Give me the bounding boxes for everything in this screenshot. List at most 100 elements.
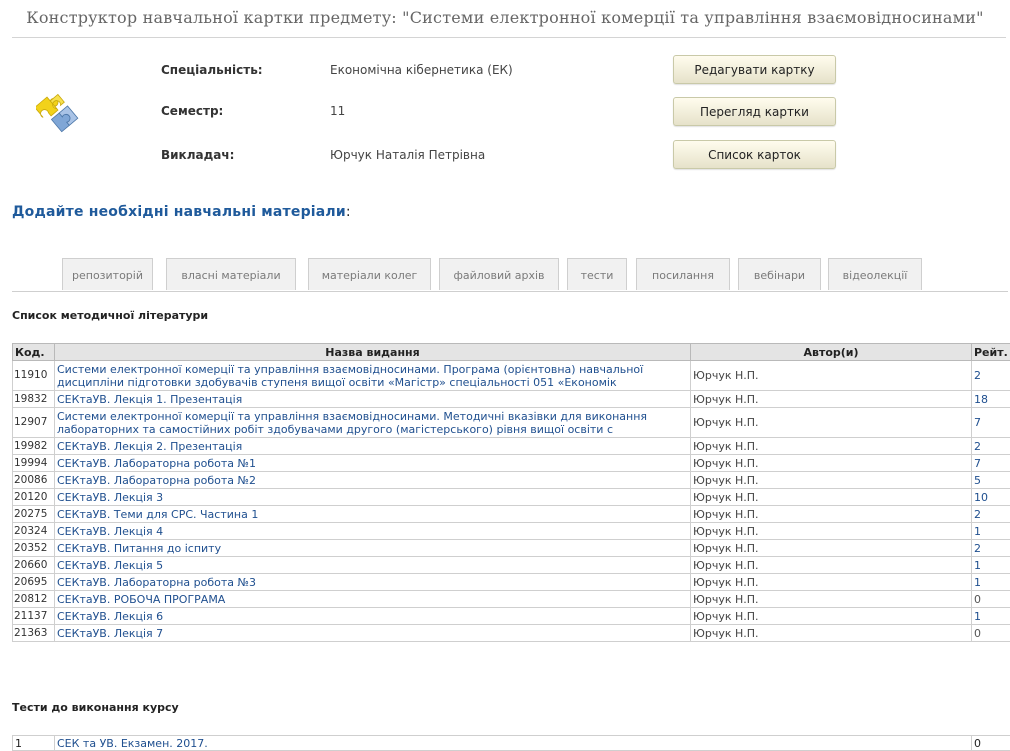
row-title-link[interactable]: СЕКтаУВ. Питання до іспиту bbox=[57, 542, 221, 555]
row-code: 20086 bbox=[12, 471, 55, 489]
row-code: 19982 bbox=[12, 437, 55, 455]
semester-label: Семестр: bbox=[161, 104, 224, 118]
table-row: 20275 СЕКтаУВ. Теми для СРС. Частина 1 Ю… bbox=[12, 505, 1010, 523]
row-title-link[interactable]: СЕКтаУВ. Лабораторна робота №1 bbox=[57, 457, 256, 470]
row-author: Юрчук Н.П. bbox=[690, 471, 972, 489]
tab-colleagues-materials[interactable]: матеріали колег bbox=[308, 258, 431, 290]
row-title: СЕКтаУВ. Лабораторна робота №1 bbox=[54, 454, 691, 472]
row-author: Юрчук Н.П. bbox=[690, 522, 972, 540]
row-code: 20324 bbox=[12, 522, 55, 540]
row-author: Юрчук Н.П. bbox=[690, 407, 972, 438]
tab-tests[interactable]: тести bbox=[567, 258, 627, 290]
tab-links[interactable]: посилання bbox=[636, 258, 730, 290]
row-title-link[interactable]: СЕКтаУВ. Лекція 1. Презентація bbox=[57, 393, 242, 406]
row-title-link[interactable]: СЕКтаУВ. Лекція 5 bbox=[57, 559, 163, 572]
row-rating[interactable]: 2 bbox=[971, 437, 1010, 455]
row-rating[interactable]: 0 bbox=[971, 624, 1010, 642]
row-rating[interactable]: 1 bbox=[971, 556, 1010, 574]
tab-webinars[interactable]: вебінари bbox=[738, 258, 821, 290]
semester-value: 11 bbox=[330, 104, 346, 118]
test-title: СЕК та УВ. Екзамен. 2017. bbox=[54, 735, 972, 751]
row-author: Юрчук Н.П. bbox=[690, 390, 972, 408]
row-rating[interactable]: 0 bbox=[971, 590, 1010, 608]
view-card-button[interactable]: Перегляд картки bbox=[673, 97, 836, 126]
tab-repository[interactable]: репозиторій bbox=[62, 258, 153, 290]
tab-video-lectures[interactable]: відеолекції bbox=[828, 258, 922, 290]
column-header-name[interactable]: Назва видання bbox=[54, 343, 691, 361]
edit-card-button[interactable]: Редагувати картку bbox=[673, 55, 836, 84]
row-title: СЕКтаУВ. Лекція 3 bbox=[54, 488, 691, 506]
row-title: СЕКтаУВ. Лабораторна робота №3 bbox=[54, 573, 691, 591]
table-row: 1 СЕК та УВ. Екзамен. 2017. 0 bbox=[12, 735, 1010, 751]
tab-own-materials[interactable]: власні матеріали bbox=[166, 258, 296, 290]
page-title: Конструктор навчальної картки предмету: … bbox=[26, 8, 984, 27]
row-title-link[interactable]: Системи електронної комерції та управлін… bbox=[57, 363, 643, 389]
row-title-link[interactable]: СЕКтаУВ. Лекція 7 bbox=[57, 627, 163, 640]
table-row: 20352 СЕКтаУВ. Питання до іспиту Юрчук Н… bbox=[12, 539, 1010, 557]
tests-table: 1 СЕК та УВ. Екзамен. 2017. 0 bbox=[12, 735, 1010, 751]
column-header-rating[interactable]: Рейт. bbox=[971, 343, 1010, 361]
row-rating[interactable]: 2 bbox=[971, 539, 1010, 557]
row-title: Системи електронної комерції та управлін… bbox=[54, 407, 691, 438]
row-title-link[interactable]: СЕКтаУВ. Лекція 6 bbox=[57, 610, 163, 623]
row-title-link[interactable]: СЕКтаУВ. Теми для СРС. Частина 1 bbox=[57, 508, 258, 521]
row-title: СЕКтаУВ. Питання до іспиту bbox=[54, 539, 691, 557]
row-rating[interactable]: 7 bbox=[971, 454, 1010, 472]
tests-section-title: Тести до виконання курсу bbox=[12, 701, 179, 714]
row-title: СЕКтаУВ. Лекція 4 bbox=[54, 522, 691, 540]
row-code: 20275 bbox=[12, 505, 55, 523]
test-title-link[interactable]: СЕК та УВ. Екзамен. 2017. bbox=[57, 737, 208, 750]
row-rating[interactable]: 1 bbox=[971, 607, 1010, 625]
row-title-link[interactable]: СЕКтаУВ. РОБОЧА ПРОГРАМА bbox=[57, 593, 225, 606]
row-code: 20660 bbox=[12, 556, 55, 574]
row-author: Юрчук Н.П. bbox=[690, 590, 972, 608]
row-title: СЕКтаУВ. Лекція 2. Презентація bbox=[54, 437, 691, 455]
row-title-link[interactable]: СЕКтаУВ. Лабораторна робота №2 bbox=[57, 474, 256, 487]
table-row: 19994 СЕКтаУВ. Лабораторна робота №1 Юрч… bbox=[12, 454, 1010, 472]
row-title-link[interactable]: Системи електронної комерції та управлін… bbox=[57, 410, 647, 436]
row-rating[interactable]: 10 bbox=[971, 488, 1010, 506]
table-row: 19832 СЕКтаУВ. Лекція 1. Презентація Юрч… bbox=[12, 390, 1010, 408]
row-rating[interactable]: 5 bbox=[971, 471, 1010, 489]
row-rating[interactable]: 2 bbox=[971, 360, 1010, 391]
row-author: Юрчук Н.П. bbox=[690, 454, 972, 472]
row-code: 20352 bbox=[12, 539, 55, 557]
table-row: 12907 Системи електронної комерції та уп… bbox=[12, 407, 1010, 438]
literature-header-row: Код. Назва видання Автор(и) Рейт. bbox=[12, 343, 1010, 361]
table-row: 20695 СЕКтаУВ. Лабораторна робота №3 Юрч… bbox=[12, 573, 1010, 591]
row-rating[interactable]: 2 bbox=[971, 505, 1010, 523]
table-row: 20660 СЕКтаУВ. Лекція 5 Юрчук Н.П. 1 bbox=[12, 556, 1010, 574]
row-rating[interactable]: 18 bbox=[971, 390, 1010, 408]
specialty-label: Спеціальність: bbox=[161, 63, 263, 77]
row-rating[interactable]: 1 bbox=[971, 573, 1010, 591]
table-row: 20812 СЕКтаУВ. РОБОЧА ПРОГРАМА Юрчук Н.П… bbox=[12, 590, 1010, 608]
column-header-code: Код. bbox=[12, 343, 55, 361]
tab-file-archive[interactable]: файловий архів bbox=[439, 258, 559, 290]
row-title-link[interactable]: СЕКтаУВ. Лекція 4 bbox=[57, 525, 163, 538]
add-materials-heading-text: Додайте необхідні навчальні матеріали bbox=[12, 204, 346, 220]
teacher-label: Викладач: bbox=[161, 148, 235, 162]
row-rating[interactable]: 7 bbox=[971, 407, 1010, 438]
table-row: 20120 СЕКтаУВ. Лекція 3 Юрчук Н.П. 10 bbox=[12, 488, 1010, 506]
row-title: СЕКтаУВ. Лекція 7 bbox=[54, 624, 691, 642]
table-row: 19982 СЕКтаУВ. Лекція 2. Презентація Юрч… bbox=[12, 437, 1010, 455]
card-list-button[interactable]: Список карток bbox=[673, 140, 836, 169]
row-rating[interactable]: 1 bbox=[971, 522, 1010, 540]
add-materials-heading-colon: : bbox=[345, 204, 351, 220]
row-author: Юрчук Н.П. bbox=[690, 437, 972, 455]
title-divider bbox=[12, 37, 1006, 38]
row-title-link[interactable]: СЕКтаУВ. Лекція 2. Презентація bbox=[57, 440, 242, 453]
column-header-author[interactable]: Автор(и) bbox=[690, 343, 972, 361]
table-row: 20086 СЕКтаУВ. Лабораторна робота №2 Юрч… bbox=[12, 471, 1010, 489]
row-code: 21137 bbox=[12, 607, 55, 625]
row-title-link[interactable]: СЕКтаУВ. Лабораторна робота №3 bbox=[57, 576, 256, 589]
row-author: Юрчук Н.П. bbox=[690, 488, 972, 506]
row-author: Юрчук Н.П. bbox=[690, 505, 972, 523]
table-row: 21363 СЕКтаУВ. Лекція 7 Юрчук Н.П. 0 bbox=[12, 624, 1010, 642]
row-code: 21363 bbox=[12, 624, 55, 642]
row-title: СЕКтаУВ. Теми для СРС. Частина 1 bbox=[54, 505, 691, 523]
literature-table: Код. Назва видання Автор(и) Рейт. 11910 … bbox=[12, 343, 1010, 642]
row-author: Юрчук Н.П. bbox=[690, 624, 972, 642]
row-title-link[interactable]: СЕКтаУВ. Лекція 3 bbox=[57, 491, 163, 504]
add-materials-heading: Додайте необхідні навчальні матеріали: bbox=[12, 204, 351, 220]
